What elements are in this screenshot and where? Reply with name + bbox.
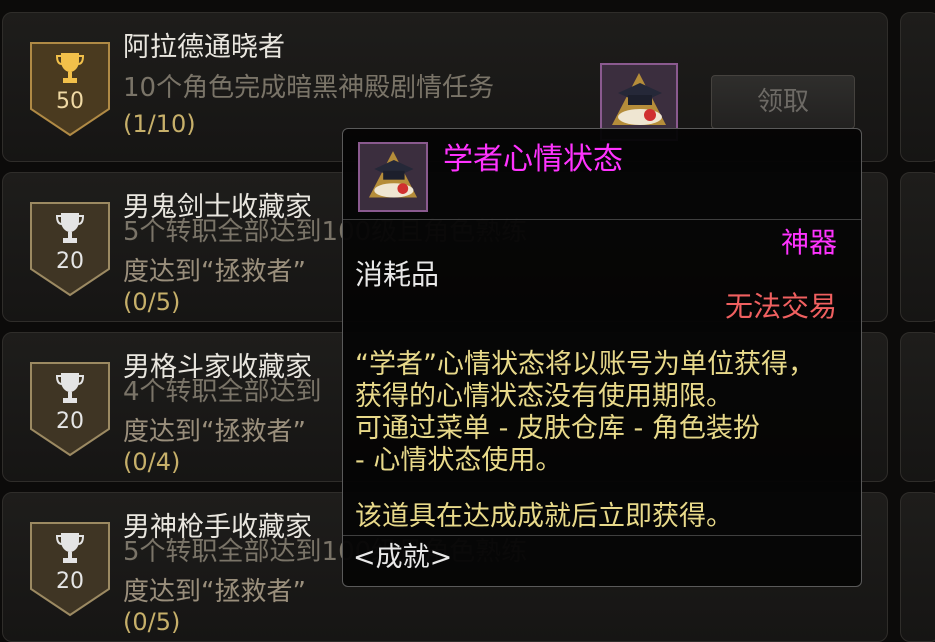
achievement-desc-line2: 度达到“拯救者” — [123, 257, 306, 287]
item-description-line: 获得的心情状态没有使用期限。 — [355, 381, 733, 412]
points-value: 20 — [56, 409, 84, 434]
next-column-row — [900, 12, 935, 162]
item-description-line: - 心情状态使用。 — [355, 445, 563, 476]
points-badge: 20 — [29, 361, 111, 457]
trophy-icon — [56, 53, 84, 83]
item-source: <成就> — [353, 542, 453, 573]
item-tooltip: 学者心情状态 神器 消耗品 无法交易 “学者”心情状态将以账号为单位获得， 获得… — [342, 128, 862, 587]
points-value: 50 — [56, 89, 84, 114]
item-name: 学者心情状态 — [443, 142, 623, 177]
achievement-desc: 10个角色完成暗黑神殿剧情任务 — [123, 73, 495, 103]
item-description-line: 可通过菜单 - 皮肤仓库 - 角色装扮 — [355, 413, 760, 444]
claim-button[interactable]: 领取 — [711, 75, 855, 129]
scholar-mood-item-icon — [358, 142, 428, 212]
achievement-title: 阿拉德通晓者 — [123, 32, 285, 63]
points-badge: 20 — [29, 201, 111, 297]
achievement-progress: (0/5) — [123, 288, 181, 316]
next-column-row — [900, 332, 935, 482]
next-column-row — [900, 492, 935, 642]
trade-restriction: 无法交易 — [724, 290, 837, 323]
item-description-line: 该道具在达成成就后立即获得。 — [355, 501, 733, 532]
points-value: 20 — [56, 569, 84, 594]
item-rarity: 神器 — [780, 226, 837, 259]
achievement-progress: (0/5) — [123, 608, 181, 636]
trophy-icon — [56, 213, 84, 243]
points-value: 20 — [56, 249, 84, 274]
item-type: 消耗品 — [355, 258, 440, 291]
divider — [343, 535, 861, 536]
divider — [343, 219, 861, 220]
achievement-desc: 4个转职全部达到 — [123, 377, 322, 407]
trophy-icon — [56, 373, 84, 403]
achievement-progress: (1/10) — [123, 110, 196, 138]
achievement-desc-line2: 度达到“拯救者” — [123, 577, 306, 607]
trophy-icon — [56, 533, 84, 563]
achievement-desc-line2: 度达到“拯救者” — [123, 417, 306, 447]
achievement-progress: (0/4) — [123, 448, 181, 476]
item-description-line: “学者”心情状态将以账号为单位获得， — [355, 349, 815, 380]
points-badge: 50 — [29, 41, 111, 137]
points-badge: 20 — [29, 521, 111, 617]
next-column-row — [900, 172, 935, 322]
